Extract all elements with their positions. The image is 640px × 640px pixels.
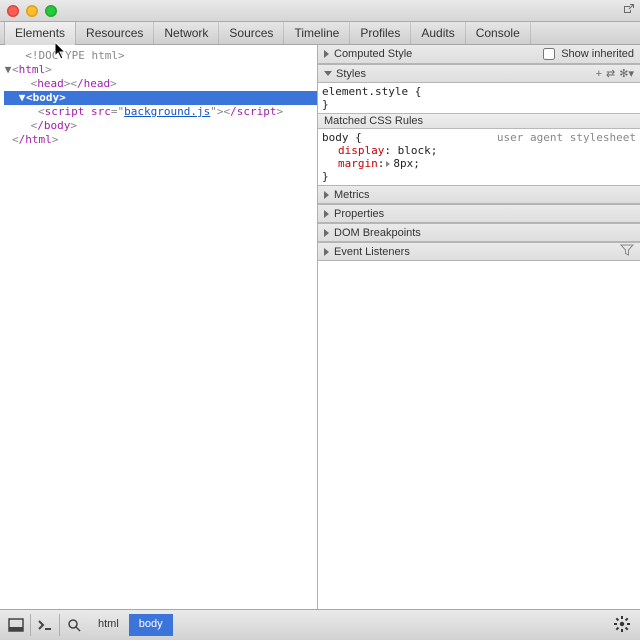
styles-gear-icon[interactable]: ✻▾ <box>619 67 634 80</box>
tab-label: Timeline <box>294 26 339 40</box>
window-controls <box>7 5 57 17</box>
tab-label: Resources <box>86 26 143 40</box>
panel-dom-breakpoints[interactable]: DOM Breakpoints <box>318 223 640 242</box>
filter-icon[interactable] <box>620 244 634 259</box>
close-window-button[interactable] <box>7 5 19 17</box>
panel-tabs: Elements Resources Network Sources Timel… <box>0 22 640 45</box>
panel-title: Event Listeners <box>334 246 410 258</box>
breadcrumb-html[interactable]: html <box>88 614 129 636</box>
panel-metrics[interactable]: Metrics <box>318 185 640 204</box>
rule-origin: user agent stylesheet <box>497 131 636 144</box>
dom-head[interactable]: <head></head> <box>4 77 317 91</box>
panel-title: Properties <box>334 208 384 220</box>
tab-network[interactable]: Network <box>154 22 219 44</box>
panel-properties[interactable]: Properties <box>318 204 640 223</box>
tab-profiles[interactable]: Profiles <box>350 22 411 44</box>
element-style-block[interactable]: element.style { } <box>318 83 640 113</box>
panel-computed-style[interactable]: Computed Style Show inherited <box>318 45 640 64</box>
window-titlebar <box>0 0 640 22</box>
dock-side-icon[interactable] <box>4 614 28 636</box>
tab-label: Audits <box>421 26 454 40</box>
chevron-right-icon <box>324 248 329 256</box>
minimize-window-button[interactable] <box>26 5 38 17</box>
panel-event-listeners[interactable]: Event Listeners <box>318 242 640 261</box>
expand-shorthand-icon[interactable] <box>386 161 390 167</box>
popout-icon[interactable] <box>621 3 635 20</box>
chevron-right-icon <box>324 50 329 58</box>
show-inherited-label: Show inherited <box>561 48 634 60</box>
tab-label: Profiles <box>360 26 400 40</box>
dom-body-open-selected[interactable]: ▼<body> <box>4 91 317 105</box>
panel-title: Computed Style <box>334 48 412 60</box>
settings-gear-icon[interactable] <box>614 616 636 635</box>
breadcrumb: html body <box>88 614 173 636</box>
show-console-icon[interactable] <box>33 614 57 636</box>
panel-title: Metrics <box>334 189 369 201</box>
tab-label: Elements <box>15 26 65 40</box>
tab-label: Console <box>476 26 520 40</box>
toggle-element-state-icon[interactable]: ⇄ <box>606 67 615 80</box>
panel-title: Styles <box>336 68 366 80</box>
chevron-right-icon <box>324 229 329 237</box>
tab-resources[interactable]: Resources <box>76 22 154 44</box>
tab-label: Sources <box>229 26 273 40</box>
search-icon[interactable] <box>62 614 86 636</box>
tab-console[interactable]: Console <box>466 22 531 44</box>
zoom-window-button[interactable] <box>45 5 57 17</box>
panel-styles[interactable]: Styles + ⇄ ✻▾ <box>318 64 640 83</box>
styles-sidebar: Computed Style Show inherited Styles + ⇄… <box>318 45 640 609</box>
panel-title: DOM Breakpoints <box>334 227 421 239</box>
tab-sources[interactable]: Sources <box>219 22 284 44</box>
dom-html-open[interactable]: ▼<html> <box>4 63 317 77</box>
chevron-right-icon <box>324 191 329 199</box>
tab-audits[interactable]: Audits <box>411 22 465 44</box>
dom-doctype[interactable]: <!DOCTYPE html> <box>4 49 317 63</box>
css-rule-block[interactable]: user agent stylesheet body { display: bl… <box>318 129 640 185</box>
show-inherited-checkbox[interactable] <box>543 48 555 60</box>
matched-css-rules-header: Matched CSS Rules <box>318 113 640 129</box>
main-area: <!DOCTYPE html> ▼<html> <head></head> ▼<… <box>0 45 640 609</box>
breadcrumb-body[interactable]: body <box>129 614 173 636</box>
dom-body-close[interactable]: </body> <box>4 119 317 133</box>
new-style-rule-icon[interactable]: + <box>596 68 602 80</box>
disclosure-triangle-icon[interactable]: ▼ <box>18 91 26 105</box>
dom-tree-panel[interactable]: <!DOCTYPE html> ▼<html> <head></head> ▼<… <box>0 45 318 609</box>
dom-html-close[interactable]: </html> <box>4 133 317 147</box>
disclosure-triangle-icon[interactable]: ▼ <box>4 63 12 77</box>
chevron-right-icon <box>324 210 329 218</box>
tab-timeline[interactable]: Timeline <box>284 22 350 44</box>
script-src-link[interactable]: background.js <box>124 105 210 118</box>
status-bar: html body <box>0 609 640 640</box>
tab-elements[interactable]: Elements <box>4 22 76 44</box>
dom-script[interactable]: <script src="background.js"></script> <box>4 105 317 119</box>
chevron-down-icon <box>324 71 332 76</box>
tab-label: Network <box>164 26 208 40</box>
